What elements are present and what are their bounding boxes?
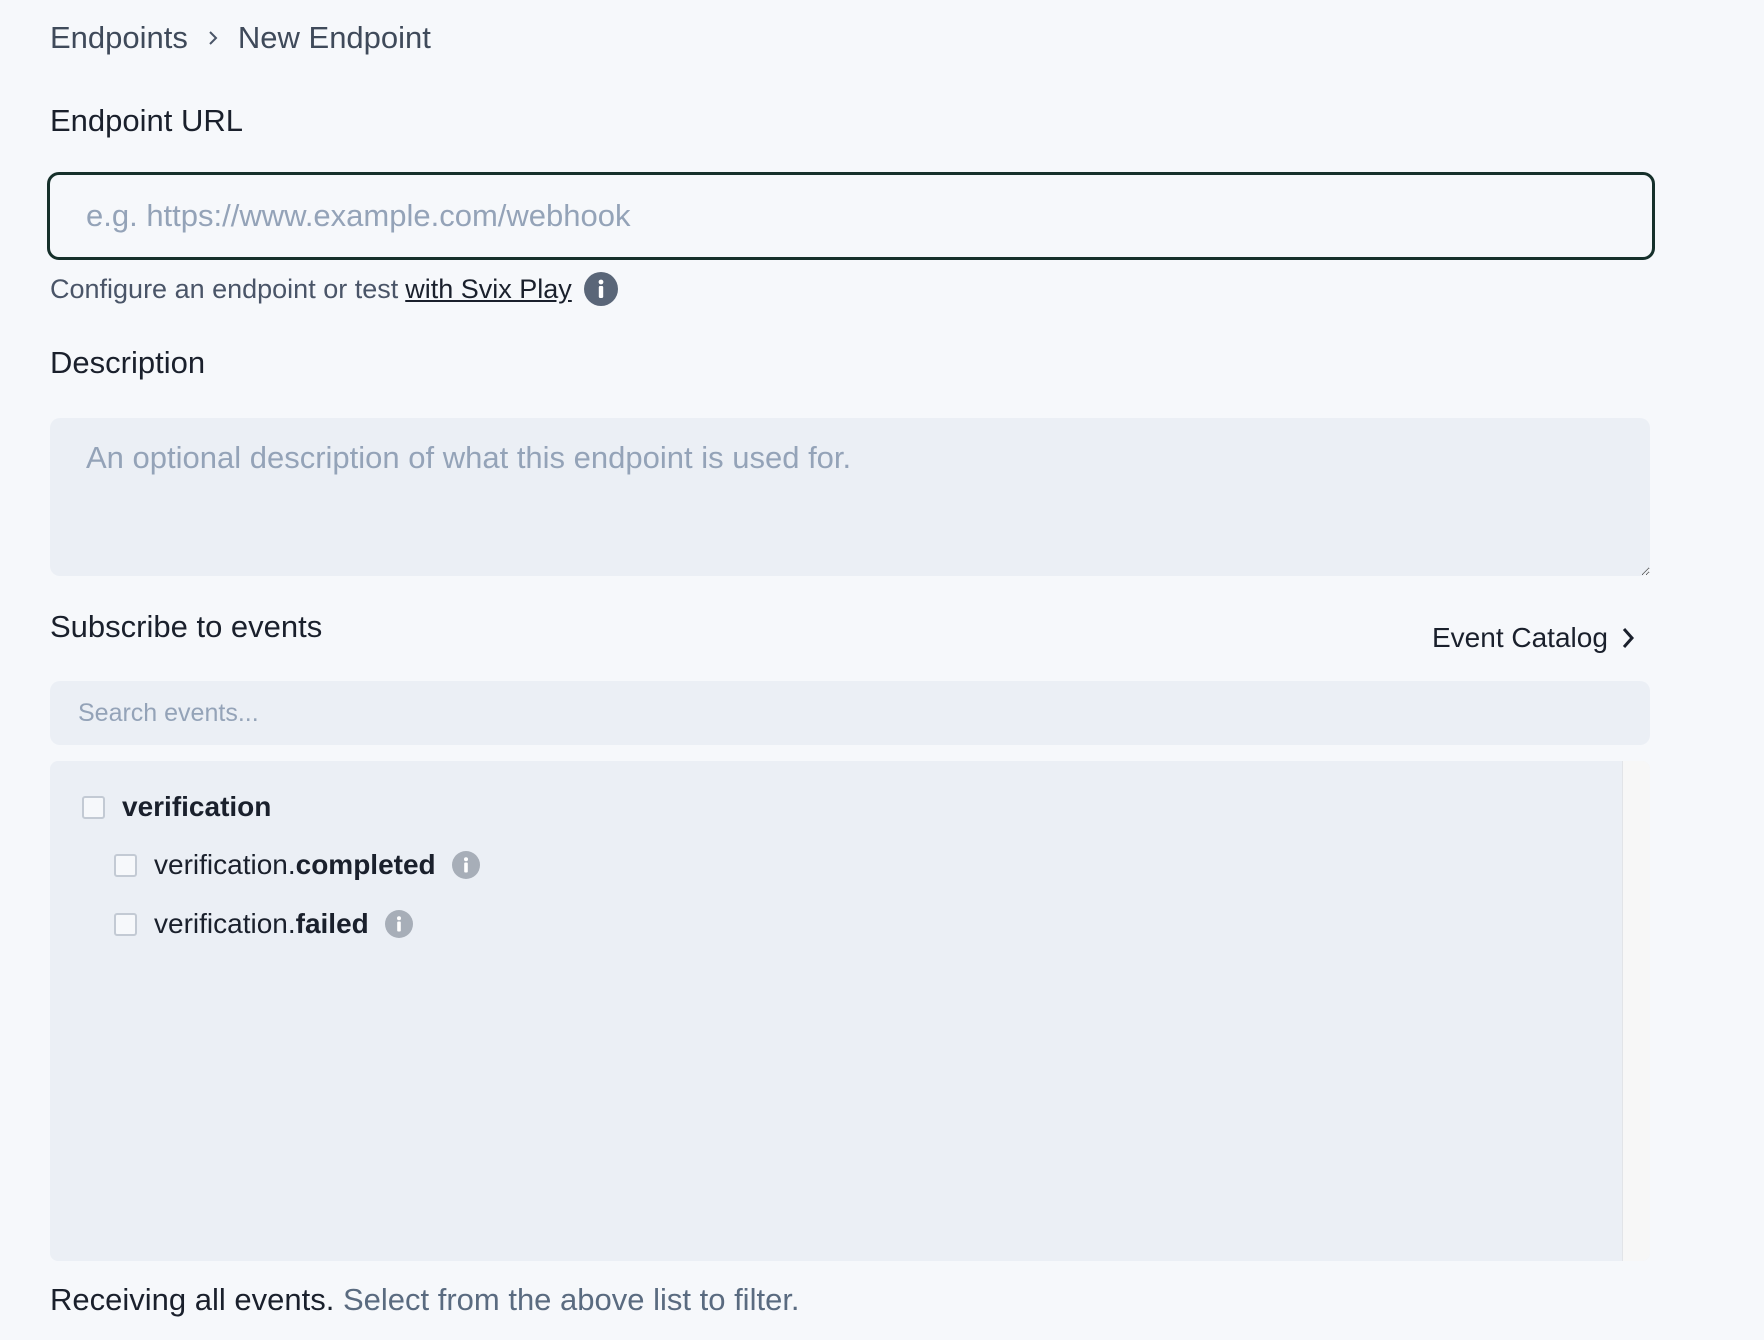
event-checkbox[interactable] [114,912,137,936]
event-row[interactable]: verification.failed [114,908,413,940]
breadcrumb-current: New Endpoint [237,20,431,55]
event-catalog-link[interactable]: Event Catalog [1432,622,1652,654]
endpoint-url-helper: Configure an endpoint or test with Svix … [50,272,618,306]
status-text: Receiving all events. [50,1282,335,1317]
subscribe-label: Subscribe to events [50,609,323,644]
event-name: verification.completed [154,849,436,880]
event-group-row[interactable]: verification [82,791,271,823]
event-row[interactable]: verification.completed [114,849,480,881]
helper-text: Configure an endpoint or test [50,273,399,304]
description-textarea[interactable] [50,418,1650,576]
events-scrollbar[interactable] [1622,761,1650,1261]
event-group-label: verification [122,791,272,822]
info-icon[interactable] [384,910,413,938]
info-icon[interactable] [583,272,618,306]
group-checkbox[interactable] [82,795,105,819]
event-name: verification.failed [154,908,369,939]
svix-play-link[interactable]: with Svix Play [405,274,572,305]
chevron-right-icon [1620,625,1636,651]
subscription-status: Receiving all events. Select from the ab… [50,1282,800,1318]
events-list: verification verification.completed veri… [50,761,1650,1261]
endpoint-url-input[interactable] [47,172,1655,260]
status-hint: Select from the above list to filter. [334,1282,800,1317]
breadcrumb-endpoints-link[interactable]: Endpoints [50,20,188,56]
chevron-right-icon [188,28,238,48]
info-icon[interactable] [451,851,480,879]
description-label: Description [50,345,206,380]
breadcrumb: Endpoints New Endpoint [50,20,431,56]
event-checkbox[interactable] [114,853,137,877]
event-catalog-label: Event Catalog [1432,622,1608,653]
search-events-input[interactable] [50,681,1650,745]
endpoint-url-label: Endpoint URL [50,103,244,138]
